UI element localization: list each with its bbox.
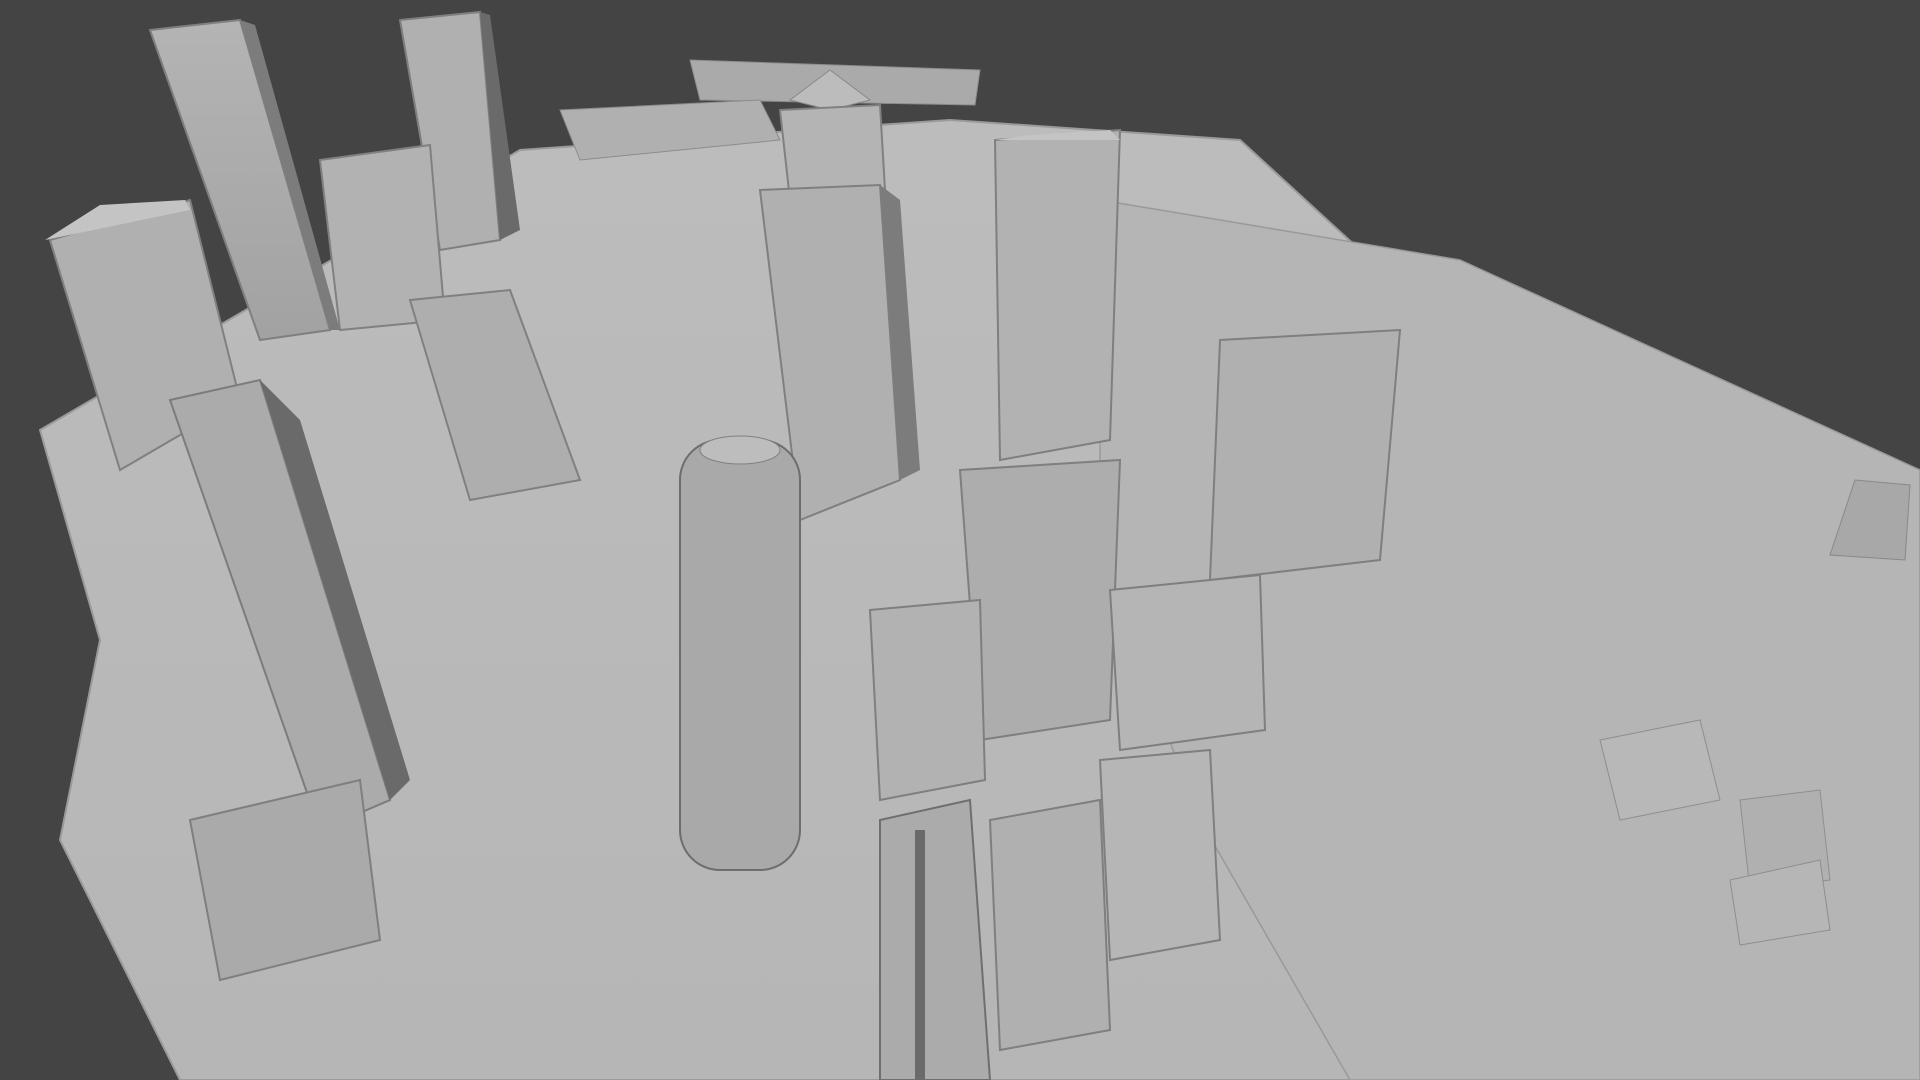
front-block-2 bbox=[1098, 748, 1222, 962]
tower-cylinder-top bbox=[699, 435, 781, 465]
tower-mid-block-2 bbox=[868, 598, 987, 802]
tower-mid-block-1 bbox=[958, 458, 1122, 742]
tower-front-tall-face bbox=[879, 798, 992, 1080]
front-block-1 bbox=[988, 798, 1112, 1052]
tower-right-tall-face bbox=[993, 128, 1122, 462]
tower-cylinder-body bbox=[679, 439, 801, 871]
city-mesh-render bbox=[38, 10, 1920, 1080]
3d-viewport[interactable] bbox=[0, 0, 1920, 1080]
tower-right-mid-face bbox=[1208, 328, 1402, 582]
tower-front-stripe bbox=[915, 830, 925, 1080]
tower-mid-block-3 bbox=[1108, 573, 1267, 752]
